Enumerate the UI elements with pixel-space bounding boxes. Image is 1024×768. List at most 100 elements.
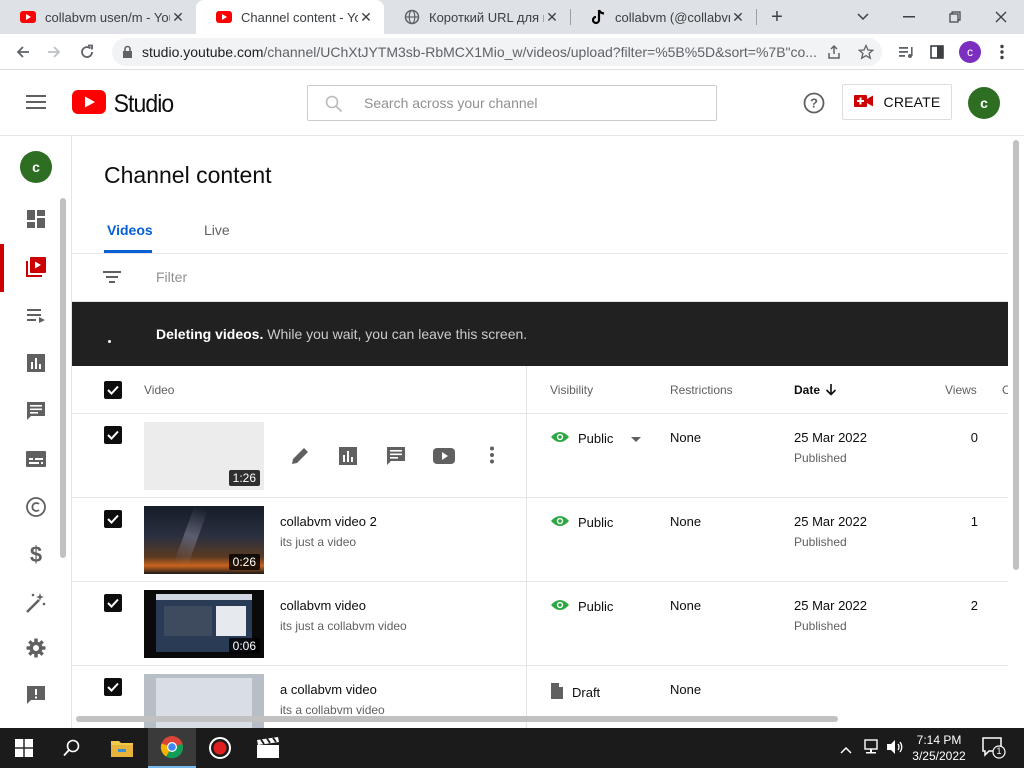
row-checkbox[interactable] bbox=[104, 426, 122, 444]
close-tab-icon[interactable]: ✕ bbox=[358, 9, 374, 26]
profile-avatar[interactable]: c bbox=[959, 41, 981, 63]
sidebar-scrollbar[interactable] bbox=[60, 198, 66, 558]
chrome-icon[interactable] bbox=[148, 728, 196, 768]
filter-icon[interactable] bbox=[103, 270, 121, 289]
playlists-icon[interactable] bbox=[24, 303, 48, 327]
volume-icon[interactable] bbox=[886, 739, 904, 760]
select-all-checkbox[interactable] bbox=[104, 381, 122, 399]
media-control-icon[interactable] bbox=[895, 41, 917, 63]
row-checkbox[interactable] bbox=[104, 510, 122, 528]
browser-tab-3[interactable]: Короткий URL для всех ✕ bbox=[384, 0, 570, 34]
video-thumbnail[interactable]: 1:26 bbox=[144, 422, 264, 490]
banner-text: While you wait, you can leave this scree… bbox=[263, 326, 528, 342]
reload-icon[interactable] bbox=[76, 41, 98, 63]
search-icon[interactable] bbox=[48, 728, 96, 768]
back-icon[interactable] bbox=[12, 41, 34, 63]
column-restrictions[interactable]: Restrictions bbox=[670, 383, 733, 397]
table-row[interactable]: 0:26 collabvm video 2 its just a video P… bbox=[72, 498, 1008, 582]
bookmark-star-icon[interactable] bbox=[855, 41, 877, 63]
hamburger-menu-icon[interactable] bbox=[26, 94, 46, 115]
vertical-scrollbar[interactable] bbox=[1013, 140, 1019, 570]
horizontal-scrollbar[interactable] bbox=[76, 716, 838, 722]
column-video[interactable]: Video bbox=[144, 383, 174, 397]
video-title[interactable]: collabvm video 2 bbox=[280, 514, 377, 529]
side-panel-icon[interactable] bbox=[926, 41, 948, 63]
content-icon[interactable] bbox=[24, 255, 48, 279]
browser-tab-2-active[interactable]: Channel content - YouTube ✕ bbox=[196, 0, 384, 34]
youtube-play-icon[interactable] bbox=[433, 448, 455, 469]
close-tab-icon[interactable]: ✕ bbox=[544, 9, 560, 26]
subtitles-icon[interactable] bbox=[24, 447, 48, 471]
close-tab-icon[interactable]: ✕ bbox=[730, 9, 746, 26]
help-icon[interactable]: ? bbox=[803, 92, 825, 119]
share-icon[interactable] bbox=[823, 41, 845, 63]
show-hidden-icons-chevron-icon[interactable] bbox=[840, 741, 852, 759]
search-input[interactable]: Search across your channel bbox=[307, 85, 717, 121]
tab-videos[interactable]: Videos bbox=[107, 222, 153, 238]
video-title[interactable]: a collabvm video bbox=[280, 682, 377, 697]
lock-icon bbox=[122, 45, 133, 62]
copyright-icon[interactable] bbox=[24, 495, 48, 519]
video-duration: 0:06 bbox=[228, 638, 260, 654]
tab-live[interactable]: Live bbox=[204, 222, 230, 238]
status-value: Published bbox=[794, 619, 847, 633]
row-checkbox[interactable] bbox=[104, 594, 122, 612]
column-visibility[interactable]: Visibility bbox=[550, 383, 593, 397]
column-comments[interactable]: C bbox=[1002, 383, 1008, 397]
file-explorer-icon[interactable] bbox=[98, 728, 146, 768]
network-icon[interactable] bbox=[862, 739, 880, 760]
visibility-cell[interactable]: Public bbox=[550, 598, 613, 615]
table-row[interactable]: 0:06 collabvm video its just a collabvm … bbox=[72, 582, 1008, 666]
comments-icon[interactable] bbox=[386, 446, 406, 471]
settings-icon[interactable] bbox=[24, 636, 48, 660]
more-options-icon[interactable] bbox=[490, 446, 494, 469]
system-clock[interactable]: 7:14 PM 3/25/2022 bbox=[904, 732, 974, 764]
channel-avatar[interactable]: c bbox=[20, 151, 52, 183]
video-title[interactable]: collabvm video bbox=[280, 598, 366, 613]
account-avatar[interactable]: c bbox=[968, 87, 1000, 119]
table-row[interactable]: 1:26 Public None 25 Mar 2022 Published 0 bbox=[72, 414, 1008, 498]
edit-pencil-icon[interactable] bbox=[290, 446, 310, 471]
visibility-cell[interactable]: Public bbox=[550, 514, 613, 531]
comments-icon[interactable] bbox=[24, 399, 48, 423]
tab-title: collabvm (@collabvm3 bbox=[615, 9, 730, 25]
filter-input[interactable]: Filter bbox=[156, 269, 187, 285]
browser-menu-icon[interactable] bbox=[991, 41, 1013, 63]
visibility-dropdown[interactable]: Public bbox=[550, 430, 642, 447]
table-header: Video Visibility Restrictions Date Views… bbox=[72, 366, 1008, 414]
tab-search-chevron-icon[interactable] bbox=[840, 0, 886, 34]
sort-arrow-down-icon[interactable] bbox=[825, 383, 837, 401]
screen-recorder-icon[interactable] bbox=[196, 728, 244, 768]
windows-taskbar: 7:14 PM 3/25/2022 1 bbox=[0, 728, 1024, 768]
column-views[interactable]: Views bbox=[945, 383, 977, 397]
banner-title: Deleting videos. bbox=[156, 326, 264, 342]
restore-icon[interactable] bbox=[932, 0, 978, 34]
row-checkbox[interactable] bbox=[104, 678, 122, 696]
browser-tab-1[interactable]: collabvm usen/m - YouT ✕ bbox=[0, 0, 196, 34]
windows-start-icon[interactable] bbox=[0, 728, 48, 768]
analytics-icon[interactable] bbox=[338, 446, 358, 471]
close-tab-icon[interactable]: ✕ bbox=[170, 9, 186, 26]
page-title: Channel content bbox=[104, 162, 272, 188]
visibility-cell[interactable]: Draft bbox=[550, 682, 600, 703]
restrictions-value: None bbox=[670, 430, 702, 445]
feedback-icon[interactable] bbox=[24, 683, 48, 707]
analytics-icon[interactable] bbox=[24, 351, 48, 375]
browser-tab-4[interactable]: collabvm (@collabvm3 ✕ bbox=[570, 0, 756, 34]
dashboard-icon[interactable] bbox=[24, 207, 48, 231]
close-window-icon[interactable] bbox=[978, 0, 1024, 34]
forward-icon[interactable] bbox=[43, 41, 65, 63]
studio-header: Studio Search across your channel ? CREA… bbox=[0, 70, 1024, 136]
video-thumbnail[interactable]: 0:26 bbox=[144, 506, 264, 574]
dropdown-caret-icon bbox=[631, 431, 642, 446]
customization-icon[interactable] bbox=[24, 591, 48, 615]
minimize-icon[interactable] bbox=[886, 0, 932, 34]
video-editor-icon[interactable] bbox=[244, 728, 292, 768]
video-thumbnail[interactable]: 0:06 bbox=[144, 590, 264, 658]
studio-logo[interactable]: Studio bbox=[72, 90, 176, 119]
address-bar[interactable]: studio.youtube.com/channel/UChXtJYTM3sb-… bbox=[112, 38, 882, 66]
new-tab-icon[interactable]: + bbox=[754, 0, 800, 34]
monetization-icon[interactable]: $ bbox=[24, 542, 48, 567]
column-date[interactable]: Date bbox=[794, 383, 820, 397]
create-button[interactable]: CREATE bbox=[842, 84, 952, 120]
